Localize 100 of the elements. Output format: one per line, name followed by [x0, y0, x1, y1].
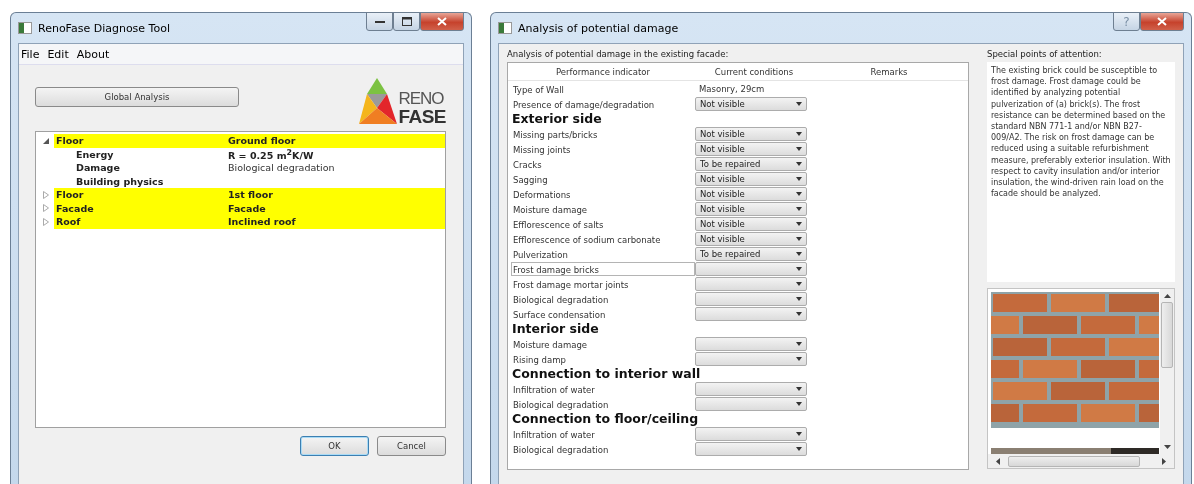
table-cell-text: Infiltration of water — [512, 383, 596, 396]
menu-item[interactable]: About — [76, 47, 110, 61]
condition-dropdown[interactable]: Not visible — [695, 171, 807, 186]
logo-text: RENO — [398, 90, 445, 107]
condition-dropdown[interactable] — [695, 441, 807, 456]
column-header[interactable]: Remarks — [810, 66, 968, 77]
expand-arrow-icon[interactable] — [42, 217, 50, 226]
dropdown-arrow-icon — [796, 446, 802, 451]
dropdown-arrow-icon — [796, 341, 802, 346]
vertical-scrollbar[interactable] — [1160, 289, 1174, 454]
dropdown-arrow-icon — [796, 431, 802, 436]
collapse-arrow-icon[interactable] — [42, 136, 50, 145]
section-caption: Special points of attention: — [987, 48, 1103, 61]
condition-dropdown[interactable]: Not visible — [695, 231, 807, 246]
tree-item[interactable]: Building physics — [76, 175, 228, 187]
scroll-right-icon[interactable] — [1162, 457, 1166, 465]
tree-item[interactable]: Damage — [76, 162, 228, 174]
column-header[interactable]: Performance indicator — [508, 66, 698, 77]
tree-value: R = 0.25 m$^{2}$K/W — [228, 147, 314, 161]
table-cell-text: Surface condensation — [512, 308, 607, 321]
table-cell-text: Masonry, 29cm — [698, 83, 765, 94]
scroll-down-icon[interactable] — [1163, 445, 1171, 449]
app-icon — [498, 22, 512, 34]
close-icon — [437, 17, 447, 26]
condition-dropdown[interactable] — [695, 276, 807, 291]
maximize-icon — [401, 17, 412, 26]
table-cell-text: Biological degradation — [512, 443, 610, 456]
table-cell-text: Biological degradation — [512, 293, 610, 306]
condition-dropdown[interactable] — [695, 351, 807, 366]
dropdown-arrow-icon — [796, 401, 802, 406]
condition-dropdown[interactable]: Not visible — [695, 186, 807, 201]
tree-item[interactable]: Energy — [76, 148, 228, 160]
section-caption: Analysis of potential damage in the existing facade: — [507, 48, 730, 61]
condition-dropdown[interactable] — [695, 426, 807, 441]
table-cell-text: Moisture damage — [512, 338, 588, 351]
close-button[interactable] — [420, 12, 464, 31]
close-button[interactable] — [1140, 12, 1184, 31]
attention-text: The existing brick could be susceptible to frost damage. Frost damage could be identified by analyzing potential pulverization of (a) brick(s). The frost resistance can be determined based on the standard NBN 771-1 and/or NBN B27-009/A2. The risk on frost damage can be reduced using a suitable refurbishment measure, preferably exterior insulation. With respect to cavity insulation and/or interior insulation, the wind-driven rain load on the facade should be analyzed. — [987, 62, 1175, 282]
tree-item[interactable]: Floor Ground floor — [54, 134, 445, 148]
table-cell: Frost damage bricks — [511, 261, 695, 276]
dropdown-arrow-icon — [796, 161, 802, 166]
section-heading: Connection to floor/ceiling — [511, 410, 700, 427]
condition-dropdown[interactable] — [695, 291, 807, 306]
section-heading: Interior side — [511, 320, 600, 337]
horizontal-scrollbar[interactable] — [988, 454, 1174, 468]
condition-dropdown[interactable] — [695, 381, 807, 396]
condition-dropdown[interactable] — [695, 306, 807, 321]
dropdown-arrow-icon — [796, 356, 802, 361]
condition-dropdown[interactable]: To be repaired — [695, 156, 807, 171]
logo-text: FASE — [398, 107, 446, 126]
dropdown-arrow-icon — [796, 221, 802, 226]
dropdown-arrow-icon — [796, 311, 802, 316]
scroll-left-icon[interactable] — [996, 457, 1000, 465]
table-cell-text: Cracks — [512, 158, 543, 171]
condition-dropdown[interactable]: Not visible — [695, 201, 807, 216]
condition-dropdown[interactable] — [695, 336, 807, 351]
dropdown-arrow-icon — [796, 206, 802, 211]
dropdown-arrow-icon — [796, 266, 802, 271]
condition-dropdown[interactable] — [695, 396, 807, 411]
expand-arrow-icon[interactable] — [42, 190, 50, 199]
expand-arrow-icon[interactable] — [42, 204, 50, 213]
condition-dropdown[interactable]: Not visible — [695, 96, 807, 111]
dropdown-arrow-icon — [796, 281, 802, 286]
menu-item[interactable]: File — [21, 47, 40, 61]
tree-value: Biological degradation — [228, 162, 335, 174]
tree-item[interactable]: Floor 1st floor — [54, 188, 445, 202]
table-cell-text: Rising damp — [512, 353, 567, 366]
dropdown-arrow-icon — [796, 131, 802, 136]
minimize-button[interactable] — [366, 12, 393, 31]
table-cell-text: Efflorescence of salts — [512, 218, 605, 231]
condition-dropdown[interactable]: To be repaired — [695, 246, 807, 261]
global-analysis-button[interactable]: Global Analysis — [35, 87, 239, 107]
table-cell-text: Moisture damage — [512, 203, 588, 216]
dropdown-arrow-icon — [796, 236, 802, 241]
table-cell-text: Biological degradation — [512, 398, 610, 411]
tree-item[interactable]: Roof Inclined roof — [54, 215, 445, 229]
table-cell-text: Missing joints — [512, 143, 572, 156]
condition-dropdown[interactable]: Not visible — [695, 216, 807, 231]
maximize-button[interactable] — [393, 12, 420, 31]
table-cell-text: Pulverization — [512, 248, 569, 261]
table-cell-text: Infiltration of water — [512, 428, 596, 441]
menu-item[interactable]: Edit — [47, 47, 69, 61]
column-header[interactable]: Current conditions — [698, 66, 810, 77]
logo-icon — [357, 78, 398, 126]
app-icon — [18, 22, 32, 34]
dialog-button[interactable]: Cancel — [377, 436, 446, 456]
condition-dropdown[interactable]: Not visible — [695, 141, 807, 156]
dropdown-arrow-icon — [796, 386, 802, 391]
dropdown-arrow-icon — [796, 296, 802, 301]
table-cell-text: Frost damage mortar joints — [512, 278, 630, 291]
condition-dropdown[interactable]: Not visible — [695, 126, 807, 141]
scroll-up-icon[interactable] — [1163, 294, 1171, 298]
window-title: RenoFase Diagnose Tool — [38, 21, 171, 35]
dropdown-arrow-icon — [796, 176, 802, 181]
window-title: Analysis of potential damage — [518, 21, 680, 35]
section-heading: Connection to interior wall — [511, 365, 702, 382]
close-icon — [1157, 17, 1167, 26]
dialog-button[interactable]: OK — [300, 436, 369, 456]
dropdown-arrow-icon — [796, 191, 802, 196]
condition-dropdown[interactable] — [695, 261, 807, 276]
